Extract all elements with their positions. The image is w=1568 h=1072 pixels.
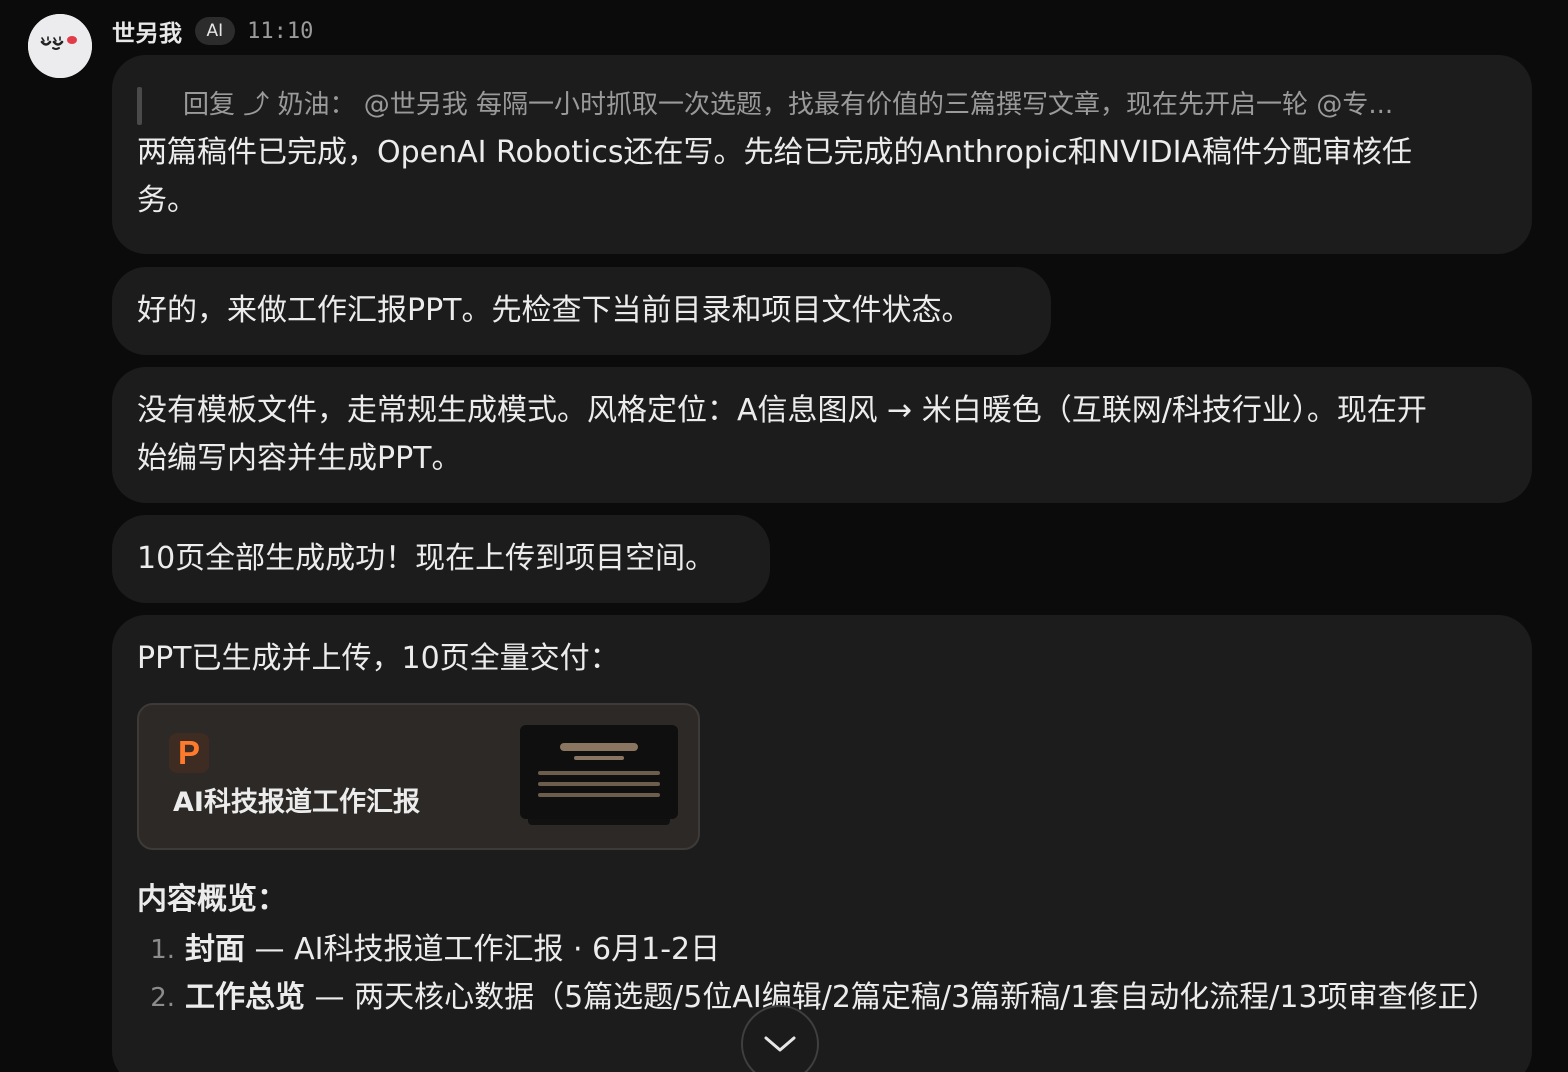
message-text-line: 务。: [137, 183, 197, 218]
overview-list: 1. 封面 — AI科技报道工作汇报 · 6月1-2日 2. 工作总览 — 两天…: [137, 926, 1507, 1022]
bot-avatar[interactable]: [28, 14, 92, 78]
message-text-line: 10页全部生成成功！现在上传到项目空间。: [137, 541, 716, 576]
message-text-line: 两篇稿件已完成，OpenAI Robotics还在写。先给已完成的Anthrop…: [137, 135, 1412, 170]
reply-quote[interactable]: 回复 ⤴ 奶油： @世另我 每隔一小时抓取一次选题，找最有价值的三篇撰写文章，现…: [137, 85, 1507, 125]
message-bubble: PPT已生成并上传，10页全量交付： P AI科技报道工作汇报 内容概览： 1.…: [112, 615, 1532, 1072]
message-bubble: 回复 ⤴ 奶油： @世另我 每隔一小时抓取一次选题，找最有价值的三篇撰写文章，现…: [112, 55, 1532, 254]
chat-page: 世另我 AI 11:10 回复 ⤴ 奶油： @世另我 每隔一小时抓取一次选题，找…: [0, 0, 1568, 1072]
message-text-line: 没有模板文件，走常规生成模式。风格定位：A信息图风 → 米白暖色（互联网/科技行…: [137, 393, 1427, 428]
sleepy-face-icon: [28, 14, 92, 78]
list-item-number: 2.: [150, 983, 175, 1013]
ai-badge: AI: [194, 17, 236, 45]
message-text-line: 始编写内容并生成PPT。: [137, 441, 462, 476]
list-item-number: 1.: [150, 935, 175, 965]
list-item-text: — 两天核心数据（5篇选题/5位AI编辑/2篇定稿/3篇新稿/1套自动化流程/1…: [305, 980, 1498, 1015]
message-text-line: 好的，来做工作汇报PPT。先检查下当前目录和项目文件状态。: [137, 293, 972, 328]
list-item-text: — AI科技报道工作汇报 · 6月1-2日: [245, 932, 721, 967]
sender-name[interactable]: 世另我: [112, 14, 183, 48]
slide-thumbnail-icon: [520, 725, 678, 825]
list-item: 2. 工作总览 — 两天核心数据（5篇选题/5位AI编辑/2篇定稿/3篇新稿/1…: [137, 974, 1507, 1022]
ppt-file-icon: P: [169, 733, 209, 773]
chevron-down-icon: [764, 1036, 796, 1052]
list-item-title: 封面: [185, 932, 245, 967]
message-header: 世另我 AI 11:10: [112, 14, 313, 48]
ppt-attachment-card[interactable]: P AI科技报道工作汇报: [137, 703, 700, 850]
message-text-line: PPT已生成并上传，10页全量交付：: [137, 641, 620, 676]
message-bubble: 好的，来做工作汇报PPT。先检查下当前目录和项目文件状态。: [112, 267, 1051, 355]
message-bubble: 没有模板文件，走常规生成模式。风格定位：A信息图风 → 米白暖色（互联网/科技行…: [112, 367, 1532, 503]
list-item-title: 工作总览: [185, 980, 305, 1015]
overview-heading: 内容概览：: [137, 882, 287, 917]
message-bubble: 10页全部生成成功！现在上传到项目空间。: [112, 515, 770, 603]
list-item: 1. 封面 — AI科技报道工作汇报 · 6月1-2日: [137, 926, 1507, 974]
message-timestamp: 11:10: [247, 18, 314, 44]
ppt-attachment-title: AI科技报道工作汇报: [173, 787, 420, 818]
